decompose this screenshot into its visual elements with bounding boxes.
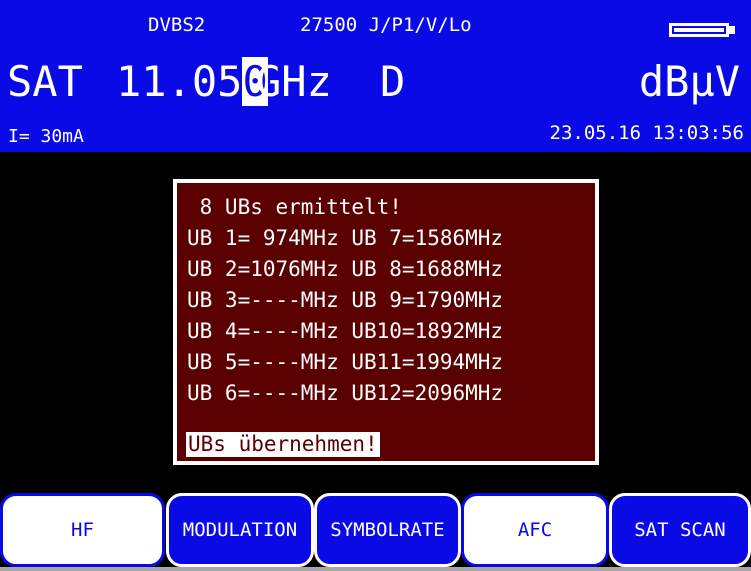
dialog-title: 8 UBs ermittelt!	[187, 195, 402, 219]
level-unit: dBµV	[638, 57, 740, 106]
mode-flag: D	[380, 57, 406, 106]
accept-ubs-button[interactable]: UBs übernehmen!	[186, 432, 380, 457]
ub-row: UB 3=----MHz UB 9=1790MHz	[187, 288, 504, 312]
ub-row: UB 6=----MHz UB12=2096MHz	[187, 381, 504, 405]
ub-row: UB 5=----MHz UB11=1994MHz	[187, 350, 504, 374]
battery-icon	[669, 23, 729, 37]
frequency-display[interactable]: 11.050	[116, 56, 268, 108]
ub-row: UB 1= 974MHz UB 7=1586MHz	[187, 226, 504, 250]
frequency-unit: GHz	[256, 57, 332, 106]
lnb-current: I= 30mA	[8, 126, 84, 147]
ub-scan-result-dialog: 8 UBs ermittelt! UB 1= 974MHz UB 7=1586M…	[173, 179, 599, 465]
tuning-parameters: 27500 J/P1/V/Lo	[300, 14, 472, 36]
frequency-digits: 11.05	[116, 57, 243, 106]
date-time: 23.05.16 13:03:56	[549, 122, 744, 144]
meter-screen: DVBS2 27500 J/P1/V/Lo SAT 11.050 GHz D d…	[0, 0, 751, 567]
softkey-symbolrate[interactable]: SYMBOLRATE	[314, 493, 461, 567]
status-header: DVBS2 27500 J/P1/V/Lo SAT 11.050 GHz D d…	[0, 0, 751, 152]
softkey-hf[interactable]: HF	[0, 493, 165, 567]
softkey-modulation[interactable]: MODULATION	[166, 493, 314, 567]
band-label: SAT	[7, 57, 83, 106]
battery-tip	[729, 26, 735, 34]
softkey-sat-scan[interactable]: SAT SCAN	[609, 493, 751, 567]
ub-row: UB 4=----MHz UB10=1892MHz	[187, 319, 504, 343]
softkey-afc[interactable]: AFC	[461, 493, 609, 567]
softkey-bar: HF MODULATION SYMBOLRATE AFC SAT SCAN	[0, 493, 751, 567]
transmission-standard: DVBS2	[148, 14, 206, 36]
ub-row: UB 2=1076MHz UB 8=1688MHz	[187, 257, 504, 281]
